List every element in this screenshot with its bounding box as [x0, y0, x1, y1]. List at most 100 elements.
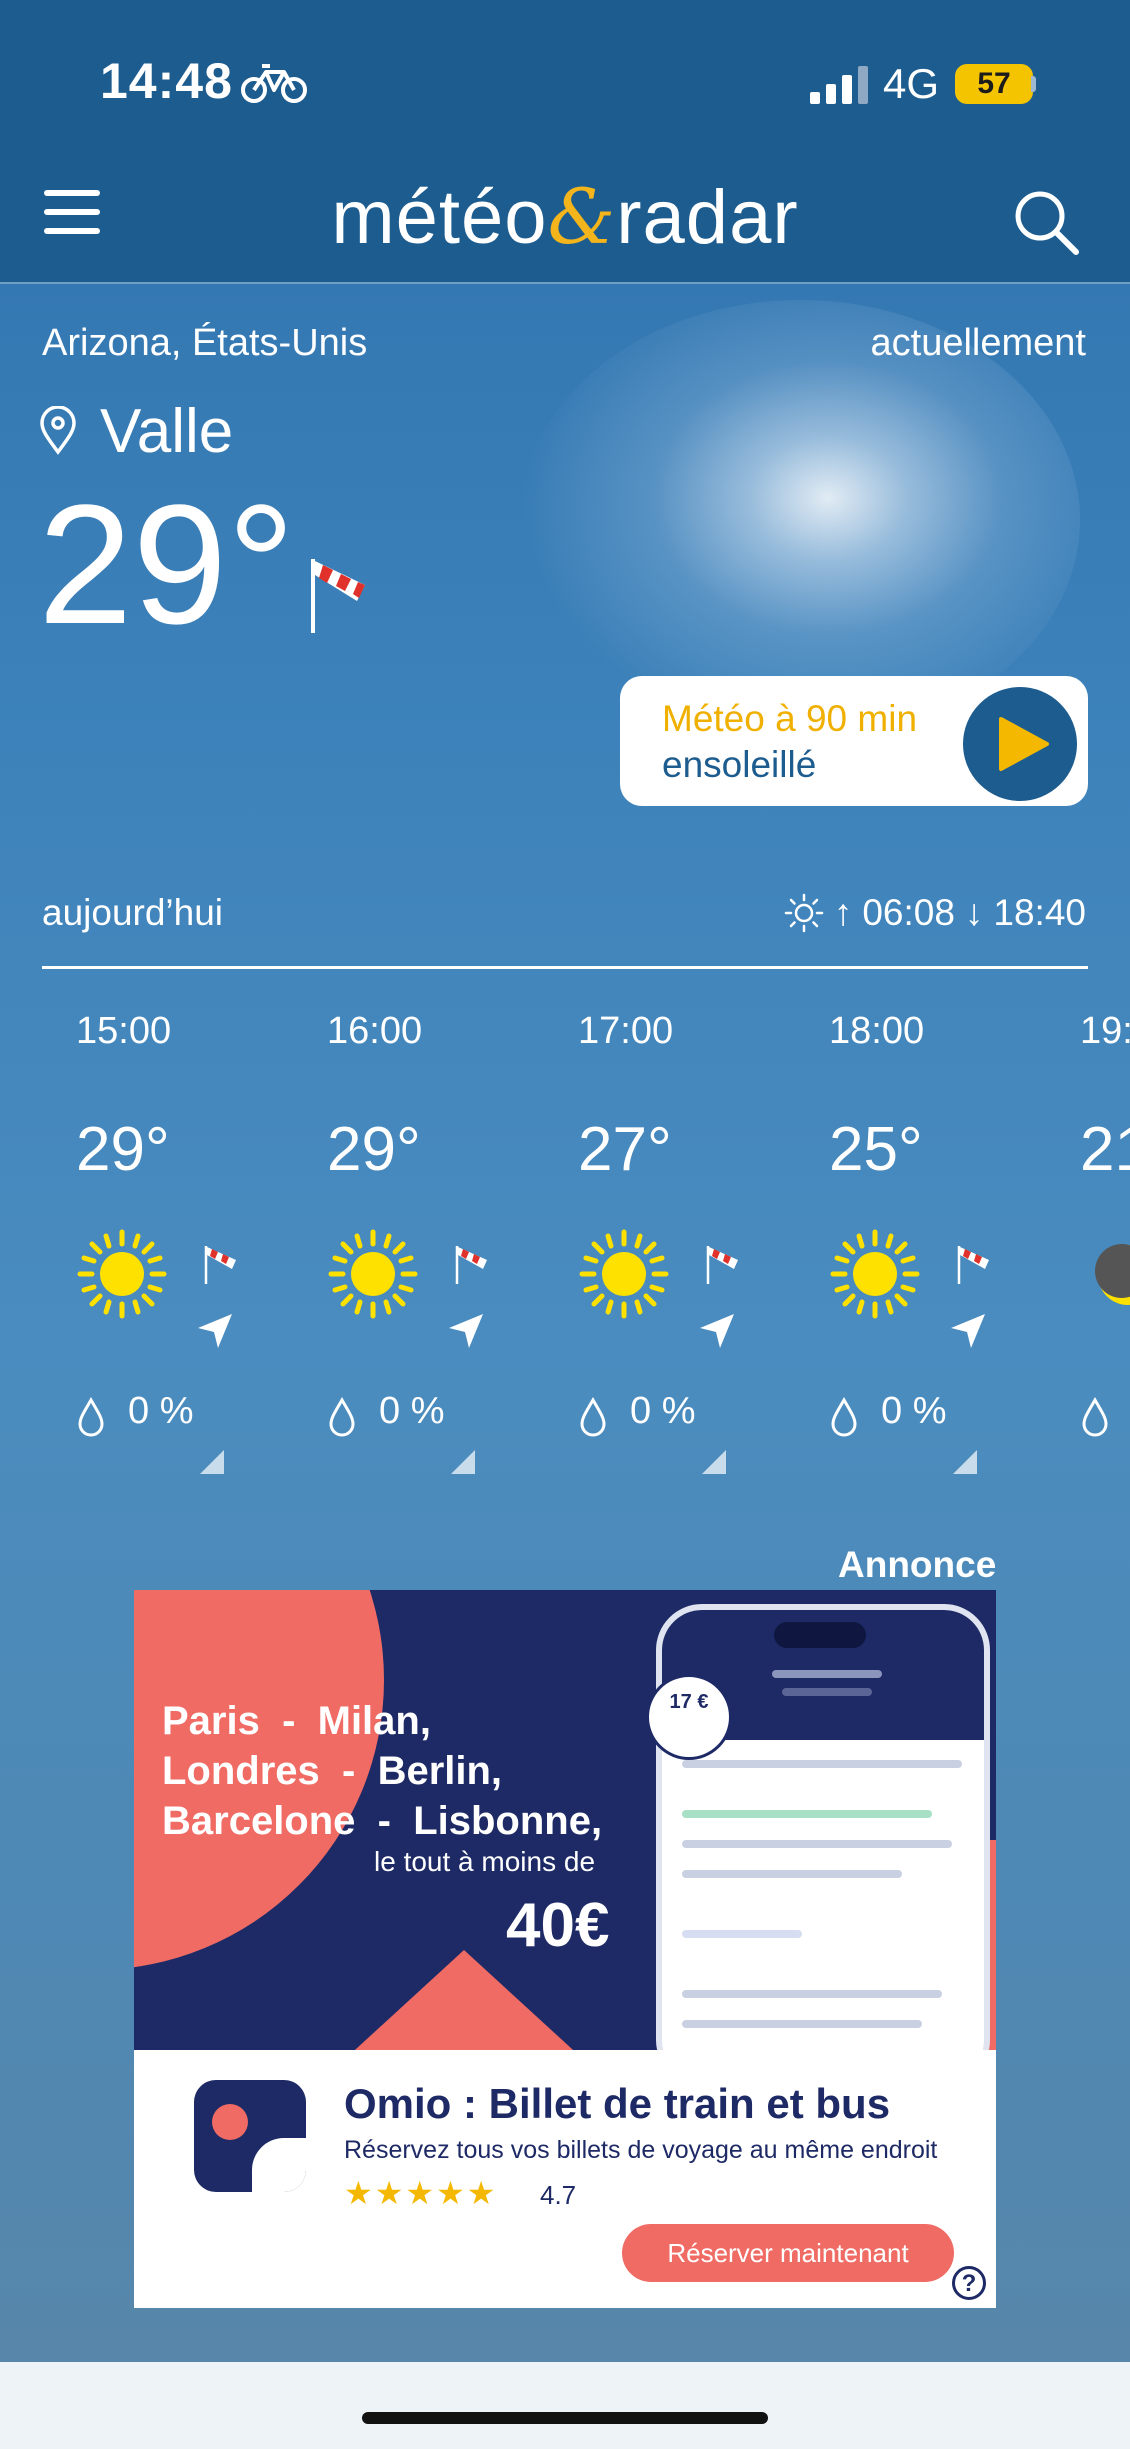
phone-text-line [682, 2020, 922, 2028]
phone-text-line [682, 1870, 902, 1878]
logo-part1: météo [331, 175, 548, 260]
ad-cities-line: Londres - Berlin, [162, 1749, 503, 1793]
raindrop-icon [831, 1397, 857, 1437]
ad-banner[interactable]: Paris - Milan, Londres - Berlin, Barcelo… [134, 1590, 996, 2050]
today-label: aujourd’hui [42, 892, 224, 933]
app-logo: météo&radar [0, 172, 1130, 261]
ad-cities: Paris - Milan, Londres - Berlin, Barcelo… [162, 1696, 602, 1846]
expand-corner-icon[interactable] [702, 1450, 726, 1474]
hour-time: 19: [1080, 1010, 1130, 1052]
ad-label: Annonce [838, 1544, 997, 1585]
radar-subtitle: ensoleillé [662, 744, 817, 785]
expand-corner-icon[interactable] [953, 1450, 977, 1474]
hour-time: 15:00 [76, 1010, 172, 1052]
windsock-icon [311, 559, 365, 633]
windsock-icon [204, 1246, 236, 1284]
star-rating-icon: ★★★★★ [344, 2175, 498, 2211]
expand-corner-icon[interactable] [200, 1450, 224, 1474]
sun-times: ↑ 06:08 ↓ 18:40 [784, 892, 1086, 934]
current-time-label: actuellement [870, 322, 1086, 364]
sun-icon [77, 1229, 167, 1319]
sunrise-time: 06:08 [862, 892, 955, 933]
logo-dot [212, 2104, 248, 2140]
radar-forecast-card[interactable]: Météo à 90 min ensoleillé [620, 676, 1088, 806]
search-icon[interactable] [1010, 186, 1082, 258]
sun-icon [328, 1229, 418, 1319]
battery-level: 57 [977, 67, 1011, 100]
windsock-icon [706, 1246, 738, 1284]
weather-page: 14:48 4G 57 météo&radar Arizona, États-U… [0, 0, 1130, 2449]
raindrop-icon [329, 1397, 355, 1437]
city-name[interactable]: Valle [100, 396, 233, 467]
hour-item[interactable]: 19: 21 [1046, 1010, 1130, 1470]
wind-direction-icon [198, 1314, 232, 1348]
ad-cities-line: Paris - Milan, [162, 1699, 431, 1743]
sun-glow [520, 300, 1080, 740]
sunset-arrow-icon: ↓ [964, 892, 984, 933]
hour-temperature: 29° [327, 1115, 421, 1184]
ad-app-description: Réservez tous vos billets de voyage au m… [344, 2136, 938, 2164]
expand-corner-icon[interactable] [451, 1450, 475, 1474]
wind-direction-icon [951, 1314, 985, 1348]
current-temperature: 29° [38, 470, 296, 660]
phone-text-line [782, 1688, 872, 1696]
logo-amp: & [547, 172, 617, 261]
location-pin-icon[interactable] [38, 406, 78, 456]
logo-part2: radar [616, 175, 799, 260]
home-indicator[interactable] [362, 2412, 768, 2424]
hour-precipitation: 0 % [881, 1390, 947, 1432]
hour-temperature: 29° [76, 1115, 170, 1184]
ad-app-title[interactable]: Omio : Billet de train et bus [344, 2080, 890, 2128]
phone-text-line [682, 1760, 962, 1768]
hour-time: 16:00 [327, 1010, 423, 1052]
hour-precipitation: 0 % [379, 1390, 445, 1432]
play-button[interactable] [960, 684, 1080, 804]
status-time: 14:48 [100, 53, 233, 109]
radar-title: Météo à 90 min [662, 698, 918, 739]
bike-icon [241, 64, 307, 103]
windsock-icon [455, 1246, 487, 1284]
section-divider [42, 966, 1088, 969]
hour-temperature: 27° [578, 1115, 672, 1184]
region-label: Arizona, États-Unis [42, 322, 368, 364]
advertisement[interactable]: Paris - Milan, Londres - Berlin, Barcelo… [134, 1590, 996, 2308]
wind-direction-icon [449, 1314, 483, 1348]
ad-help-icon[interactable]: ? [952, 2266, 986, 2300]
phone-notch [774, 1622, 866, 1648]
hour-time: 17:00 [578, 1010, 674, 1052]
top-bar: 14:48 4G 57 météo&radar [0, 0, 1130, 284]
sun-icon [579, 1229, 669, 1319]
hour-temperature: 25° [829, 1115, 923, 1184]
ad-subline: le tout à moins de [374, 1846, 596, 1877]
sunset-time: 18:40 [993, 892, 1086, 933]
hour-precipitation: 0 % [128, 1390, 194, 1432]
windsock-icon [957, 1246, 989, 1284]
hour-precipitation: 0 % [630, 1390, 696, 1432]
raindrop-icon [1082, 1397, 1108, 1437]
logo-shape [252, 2138, 306, 2192]
signal-icon [810, 66, 868, 104]
phone-mockup [656, 1604, 990, 2050]
phone-text-line [772, 1670, 882, 1678]
sun-outline-icon [784, 893, 824, 933]
ad-rating: 4.7 [540, 2180, 577, 2210]
phone-text-line [682, 1930, 802, 1938]
book-now-button[interactable]: Réserver maintenant [622, 2224, 954, 2282]
sun-icon [830, 1229, 920, 1319]
phone-text-line [682, 1990, 942, 1998]
ad-cities-line: Barcelone - Lisbonne, [162, 1799, 603, 1843]
phone-text-line [682, 1810, 932, 1818]
raindrop-icon [580, 1397, 606, 1437]
phone-text-line [682, 1840, 952, 1848]
sunrise-arrow-icon: ↑ [833, 892, 853, 933]
ad-decoration [344, 1950, 584, 2050]
hour-temperature: 21 [1080, 1115, 1130, 1184]
bottom-bar [0, 2362, 1130, 2449]
play-icon [999, 717, 1049, 771]
price-badge: 17 € [646, 1674, 732, 1760]
omio-logo [194, 2080, 306, 2192]
ad-price: 40€ [506, 1891, 610, 1960]
wind-direction-icon [700, 1314, 734, 1348]
raindrop-icon [78, 1397, 104, 1437]
network-label: 4G [883, 60, 940, 107]
